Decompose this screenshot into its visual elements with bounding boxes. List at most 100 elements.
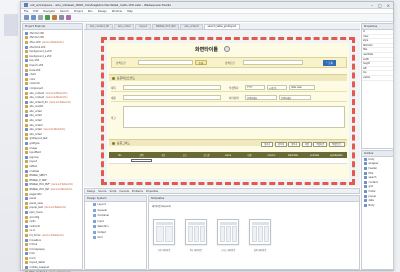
bottom-tab[interactable]: Source	[98, 190, 106, 193]
date-time-select[interactable]: 시/분/초	[267, 85, 287, 90]
component-icon	[93, 214, 96, 218]
template-thumbnail[interactable]	[217, 219, 239, 245]
menu-navigate[interactable]: Navigate	[43, 10, 55, 13]
bottom-tab[interactable]: Properties	[146, 190, 158, 193]
palette-item-label: Selection	[97, 225, 109, 229]
add-row-button[interactable]: 행추가	[261, 142, 274, 147]
template-thumbnail[interactable]	[153, 219, 175, 245]
minimize-icon[interactable]: –	[371, 3, 373, 8]
node-icon	[364, 194, 367, 198]
editor-tab[interactable]: NSWeb_PCC_Ref	[151, 23, 180, 29]
tree-item-label: hd.mapopup	[29, 247, 45, 251]
close-icon[interactable]: ×	[387, 3, 390, 8]
node-icon	[364, 162, 367, 166]
save-button[interactable]: 저장	[301, 142, 312, 147]
grid-cell[interactable]	[260, 158, 282, 163]
bottom-tab[interactable]: Design	[87, 190, 95, 193]
palette-item[interactable]: Grid	[85, 235, 146, 241]
tree-item-label: background_a.xfdl	[29, 50, 52, 54]
date-view-select[interactable]: date view	[289, 85, 315, 90]
bottom-tab[interactable]: Problems	[132, 190, 143, 193]
grid-cell[interactable]	[196, 158, 218, 163]
tree-item-label: gridlayout_test	[29, 137, 48, 141]
search-lookup-button[interactable]: 조회	[195, 60, 207, 65]
menu-file[interactable]: File	[24, 10, 28, 13]
help-icon[interactable]	[224, 46, 230, 52]
tree-item-label: dSmm2.xfdl	[29, 36, 44, 40]
folder-icon	[25, 114, 28, 118]
status-select-1[interactable]: 선택하세요	[245, 95, 277, 100]
tree-item-label: chart	[29, 73, 36, 77]
print-icon[interactable]	[38, 15, 43, 20]
folder-icon	[25, 247, 28, 251]
row-checkbox[interactable]	[130, 159, 153, 162]
editor-tab[interactable]: allu_content_00	[86, 23, 113, 29]
folder-icon	[25, 210, 28, 214]
selection-outline[interactable]: 화면타이틀 검색조건 조회 검색조건 ⌕ 조회 표준텍스트필드 제목 작성일자 …	[101, 37, 355, 185]
content-field[interactable]	[123, 95, 221, 100]
debug-icon[interactable]	[52, 15, 57, 20]
tree-item-label: NSWeb_P_SRE	[29, 178, 47, 182]
copy-row-button[interactable]: 행복사	[288, 142, 301, 147]
tree-item-label: dSvc.xfdl	[29, 40, 41, 44]
menu-search[interactable]: Search	[60, 10, 69, 13]
editor-tab[interactable]: allu_orderl	[113, 23, 135, 29]
title-field[interactable]	[123, 85, 221, 90]
editor-tabs: allu_content_00 allu_orderl layout NSWeb_PC…	[84, 23, 360, 30]
thumbnail-column	[199, 226, 205, 242]
excel-download-button[interactable]: 엑셀다운	[313, 142, 328, 147]
bottom-tab[interactable]: Console	[119, 190, 129, 193]
date-year-select[interactable]: YYYY	[245, 85, 265, 90]
folder-icon	[25, 220, 28, 224]
bottom-tab[interactable]: Script	[109, 190, 116, 193]
editor-tab[interactable]: search_table_gridlayout	[203, 23, 241, 29]
tree-item-label: color	[29, 77, 36, 81]
outline-item[interactable]: Body	[362, 203, 393, 208]
outline-item-label: body	[368, 157, 375, 161]
save-icon[interactable]	[31, 15, 36, 20]
folder-icon	[25, 123, 28, 127]
search-input-1[interactable]	[138, 60, 193, 65]
property-row[interactable]: visible	[362, 76, 393, 81]
excel-upload-button[interactable]: 엑셀업로드	[328, 142, 345, 147]
menu-edit[interactable]: Edit	[33, 10, 38, 13]
grid-cell[interactable]	[152, 158, 174, 163]
bottom-tab-bar: Design Source Script Console Problems Propert…	[84, 188, 360, 194]
grid-cell[interactable]	[239, 158, 261, 163]
palette-item-label: Container	[97, 214, 110, 218]
grid-cell[interactable]	[174, 158, 196, 163]
delete-row-button[interactable]: 행삭제	[274, 142, 287, 147]
menu-design[interactable]: Design	[98, 10, 107, 13]
note-textarea[interactable]	[123, 106, 345, 128]
grid-cell[interactable]	[282, 158, 304, 163]
thumbnail-column	[225, 226, 231, 242]
search-icon[interactable]	[59, 15, 64, 20]
node-icon	[364, 189, 367, 193]
thumbnail-header	[219, 221, 237, 225]
editor-tab[interactable]: layout	[135, 23, 151, 29]
editor-tab[interactable]: allu_orderdl	[180, 23, 203, 29]
maximize-icon[interactable]: □	[378, 3, 382, 8]
menu-project[interactable]: Project	[74, 10, 83, 13]
search-input-2[interactable]	[243, 60, 303, 65]
status-select-2[interactable]: 선택하세요	[279, 95, 311, 100]
grid-cell[interactable]	[130, 158, 153, 163]
folder-icon	[25, 187, 28, 191]
run-icon[interactable]	[45, 15, 50, 20]
grid-cell[interactable]	[304, 158, 326, 163]
template-thumbnail[interactable]	[249, 219, 271, 245]
template-thumbnail[interactable]	[185, 219, 207, 245]
menu-run[interactable]: Run	[88, 10, 93, 13]
new-icon[interactable]	[24, 15, 29, 20]
search-button[interactable]: ⌕ 조회	[323, 59, 337, 66]
menu-window[interactable]: Window	[112, 10, 122, 13]
preview-icon[interactable]	[66, 15, 71, 20]
grid-cell[interactable]	[325, 158, 347, 163]
thumbnail-column	[263, 226, 269, 242]
tree-item-label: multisel	[29, 169, 40, 173]
grid-cell[interactable]	[109, 158, 131, 163]
title-bar[interactable]: ui2_workspace - allu_orbiweb_0000_min/ba…	[21, 2, 393, 9]
grid-cell[interactable]	[217, 158, 239, 163]
field-row-3: 비고	[111, 104, 347, 132]
menu-help[interactable]: Help	[127, 10, 133, 13]
